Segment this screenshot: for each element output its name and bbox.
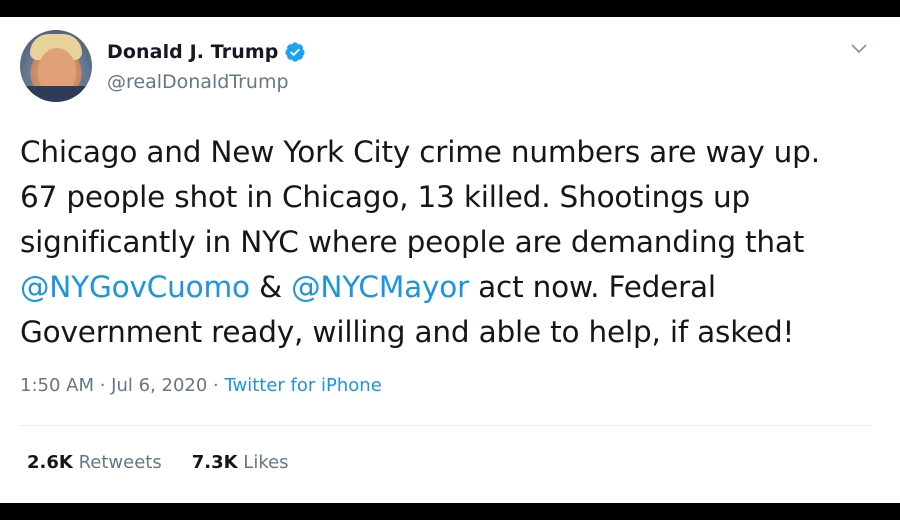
author-name-row[interactable]: Donald J. Trump [107, 41, 306, 63]
tweet-line-3: significantly in NYC where people are de… [20, 225, 805, 259]
author-handle[interactable]: @realDonaldTrump [107, 71, 289, 93]
retweets-stat[interactable]: 2.6K Retweets [27, 452, 162, 473]
mention-link-nycmayor[interactable]: @NYCMayor [291, 270, 469, 304]
avatar-suit [20, 86, 92, 102]
retweets-label: Retweets [78, 452, 162, 473]
meta-separator: · [207, 375, 225, 396]
author-name[interactable]: Donald J. Trump [107, 41, 278, 63]
likes-label: Likes [243, 452, 289, 473]
tweet-text: Chicago and New York City crime numbers … [20, 130, 880, 355]
verified-badge-icon [285, 42, 306, 62]
avatar[interactable] [20, 30, 92, 102]
meta-separator: · [94, 375, 112, 396]
tweet-line-4-rest: act now. Federal [469, 270, 716, 304]
likes-stat[interactable]: 7.3K Likes [192, 452, 289, 473]
tweet-source-link[interactable]: Twitter for iPhone [225, 375, 382, 396]
tweet-time[interactable]: 1:50 AM [20, 375, 94, 396]
tweet-line-4: @NYGovCuomo & @NYCMayor act now. Federal [20, 265, 880, 310]
tweet-date[interactable]: Jul 6, 2020 [111, 375, 207, 396]
tweet-line-5: Government ready, willing and able to he… [20, 315, 795, 349]
tweet-card: Donald J. Trump @realDonaldTrump Chicago… [0, 17, 900, 503]
tweet-meta: 1:50 AM · Jul 6, 2020 · Twitter for iPho… [20, 375, 382, 396]
ampersand-text: & [249, 270, 292, 304]
tweet-line-1: Chicago and New York City crime numbers … [20, 135, 820, 169]
divider [20, 425, 872, 426]
likes-count: 7.3K [191, 452, 238, 473]
mention-link-nygovcuomo[interactable]: @NYGovCuomo [20, 270, 250, 304]
retweets-count: 2.6K [27, 452, 73, 473]
tweet-stats: 2.6K Retweets 7.3K Likes [27, 452, 319, 473]
tweet-line-2: 67 people shot in Chicago, 13 killed. Sh… [20, 180, 751, 214]
chevron-down-icon[interactable] [849, 39, 869, 59]
